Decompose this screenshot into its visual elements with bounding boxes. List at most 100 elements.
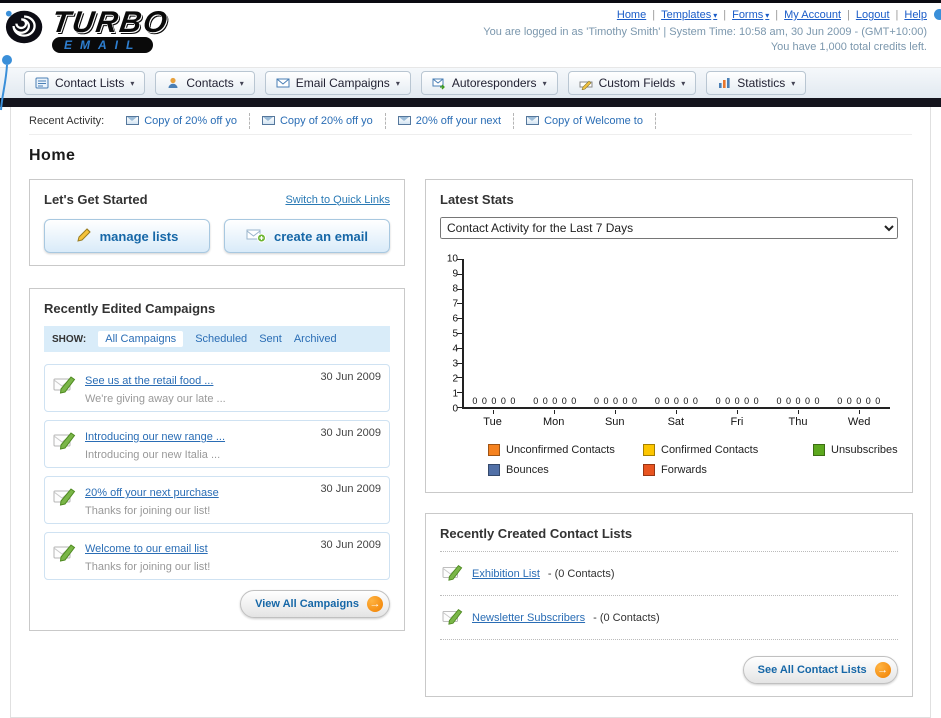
campaign-title-link[interactable]: 20% off your next purchase <box>85 487 219 499</box>
campaign-filter-bar: SHOW: All Campaigns Scheduled Sent Archi… <box>44 326 390 352</box>
y-axis-tick <box>457 347 462 349</box>
arrow-right-icon: → <box>367 596 383 612</box>
envelope-pencil-icon <box>53 485 77 512</box>
logo-swoosh-decoration <box>0 53 14 116</box>
contact-list-item: Exhibition List - (0 Contacts) <box>440 552 898 596</box>
y-axis-tick <box>457 407 462 408</box>
envelope-pencil-icon <box>53 429 77 456</box>
campaign-subtitle: Introducing our new Italia ... <box>85 449 221 461</box>
campaign-subtitle: We're giving away our late ... <box>85 393 226 405</box>
divider <box>847 9 850 21</box>
logo-word: TURBO <box>49 6 172 39</box>
envelope-pencil-icon <box>442 562 464 585</box>
filter-sent[interactable]: Sent <box>259 333 282 345</box>
campaign-date: 30 Jun 2009 <box>320 427 381 439</box>
campaign-row: Introducing our new range ... Introducin… <box>44 420 390 468</box>
x-axis-label: Sun <box>584 410 645 428</box>
campaign-subtitle: Thanks for joining our list! <box>85 561 211 573</box>
x-axis-label: Sat <box>645 410 706 428</box>
see-all-contact-lists-button[interactable]: See All Contact Lists → <box>742 656 898 684</box>
recent-activity-item[interactable]: Copy of 20% off yo <box>250 112 386 129</box>
y-axis-tick <box>457 377 462 379</box>
bar-value-labels: 0 0 0 0 0 <box>715 396 760 406</box>
recent-campaigns-panel: Recently Edited Campaigns SHOW: All Camp… <box>29 288 405 631</box>
switch-quick-links-link[interactable]: Switch to Quick Links <box>285 194 390 206</box>
recent-activity-item[interactable]: 20% off your next <box>386 112 515 129</box>
get-started-panel: Let's Get Started Switch to Quick Links … <box>29 179 405 266</box>
legend-item: Confirmed Contacts <box>643 444 813 456</box>
campaign-row: See us at the retail food ... We're givi… <box>44 364 390 412</box>
contact-lists-icon <box>35 76 49 90</box>
show-label: SHOW: <box>52 333 87 345</box>
bar-value-labels: 0 0 0 0 0 <box>776 396 821 406</box>
dark-divider-bar <box>0 98 941 107</box>
bar-value-labels: 0 0 0 0 0 <box>654 396 699 406</box>
divider <box>723 9 726 21</box>
tab-contacts[interactable]: Contacts ▾ <box>155 71 255 95</box>
tab-statistics[interactable]: Statistics ▾ <box>706 71 807 95</box>
filter-archived[interactable]: Archived <box>294 333 337 345</box>
tab-custom-fields[interactable]: Custom Fields ▾ <box>567 71 697 95</box>
recent-contact-lists-panel: Recently Created Contact Lists Exhibitio… <box>425 513 913 697</box>
recent-activity-item[interactable]: Copy of Welcome to <box>514 112 656 129</box>
main-navigation: Contact Lists ▾ Contacts ▾ Email Campaig… <box>0 67 941 98</box>
autoresponder-icon <box>432 76 446 90</box>
y-axis-label: 3 <box>452 358 458 370</box>
bar-value-labels: 0 0 0 0 0 <box>533 396 578 406</box>
contact-list-item: Newsletter Subscribers - (0 Contacts) <box>440 596 898 640</box>
top-link-templates[interactable]: Templates ▾ <box>661 9 717 21</box>
arrow-right-icon: → <box>874 662 891 678</box>
y-axis-tick <box>457 288 462 290</box>
chevron-down-icon: ▾ <box>542 78 547 88</box>
bar-value-labels: 0 0 0 0 0 <box>837 396 882 406</box>
y-axis-label: 4 <box>452 343 458 355</box>
campaign-row: Welcome to our email list Thanks for joi… <box>44 532 390 580</box>
campaign-title-link[interactable]: Introducing our new range ... <box>85 431 225 443</box>
top-link-my-account[interactable]: My Account <box>784 9 841 21</box>
top-link-home[interactable]: Home <box>617 9 646 21</box>
filter-all-campaigns[interactable]: All Campaigns <box>98 331 184 347</box>
top-link-forms[interactable]: Forms ▾ <box>732 9 769 21</box>
contact-list-count: - (0 Contacts) <box>593 611 660 624</box>
envelope-icon <box>276 76 290 90</box>
contacts-icon <box>166 76 180 90</box>
y-axis-label: 2 <box>452 373 458 385</box>
tab-email-campaigns[interactable]: Email Campaigns ▾ <box>264 71 411 95</box>
contact-list-link[interactable]: Newsletter Subscribers <box>472 612 585 624</box>
y-axis-tick <box>457 333 462 334</box>
logo-wordmark: TURBO EMAIL <box>49 6 172 53</box>
chart-y-axis: 0 1 2 3 4 5 6 7 8 9 10 <box>440 254 462 415</box>
legend-swatch <box>813 444 825 456</box>
x-axis-label: Wed <box>829 410 890 428</box>
campaign-title-link[interactable]: See us at the retail food ... <box>85 375 213 387</box>
manage-lists-button[interactable]: manage lists <box>44 219 210 253</box>
credits-info: You have 1,000 total credits left. <box>770 41 927 53</box>
chevron-down-icon: ▾ <box>239 78 244 88</box>
campaign-date: 30 Jun 2009 <box>320 483 381 495</box>
recent-activity-item[interactable]: Copy of 20% off yo <box>114 112 250 129</box>
view-all-campaigns-button[interactable]: View All Campaigns → <box>240 590 390 618</box>
stats-activity-select[interactable]: Contact Activity for the Last 7 Days <box>440 217 898 239</box>
filter-scheduled[interactable]: Scheduled <box>195 333 247 345</box>
y-axis-tick <box>457 273 462 275</box>
recent-activity-bar: Recent Activity: Copy of 20% off yo Copy… <box>29 107 912 135</box>
campaign-title-link[interactable]: Welcome to our email list <box>85 543 208 555</box>
envelope-icon <box>397 116 411 125</box>
latest-stats-panel: Latest Stats Contact Activity for the La… <box>425 179 913 493</box>
bar-value-labels: 0 0 0 0 0 <box>594 396 639 406</box>
create-email-button[interactable]: create an email <box>224 219 390 253</box>
campaign-date: 30 Jun 2009 <box>320 371 381 383</box>
y-axis-tick <box>457 392 462 394</box>
tab-autoresponders[interactable]: Autoresponders ▾ <box>420 71 558 95</box>
top-link-logout[interactable]: Logout <box>856 9 890 21</box>
recent-campaigns-title: Recently Edited Campaigns <box>44 301 216 316</box>
header-right: Home Templates▾ Forms▾ My Account Logout… <box>483 9 927 53</box>
y-axis-tick <box>457 318 462 320</box>
legend-item: Unsubscribes <box>813 444 898 456</box>
envelope-icon <box>526 116 540 125</box>
top-link-help[interactable]: Help <box>904 9 927 21</box>
legend-label: Unconfirmed Contacts <box>506 444 615 456</box>
x-axis-label: Fri <box>706 410 767 428</box>
tab-contact-lists[interactable]: Contact Lists ▾ <box>24 71 146 95</box>
contact-list-link[interactable]: Exhibition List <box>472 568 540 580</box>
